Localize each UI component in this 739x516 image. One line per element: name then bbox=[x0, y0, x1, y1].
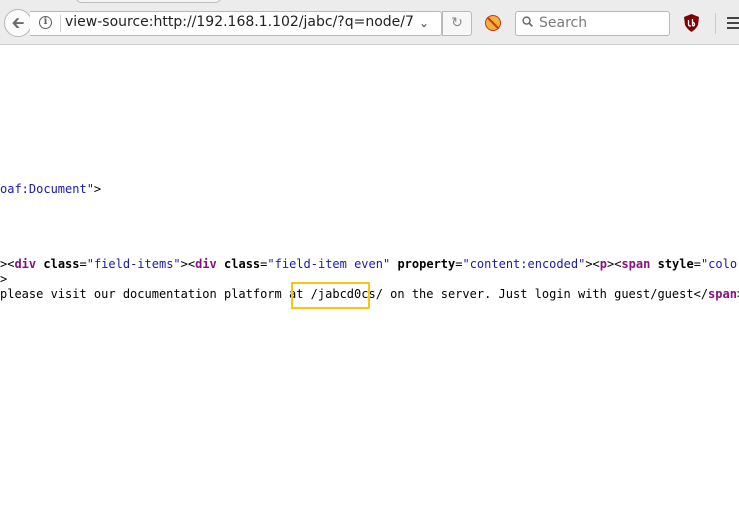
attr-name: class bbox=[224, 257, 261, 271]
toolbar-separator bbox=[715, 13, 716, 34]
blocked-icon[interactable] bbox=[485, 15, 501, 31]
source-line-3: > bbox=[0, 272, 8, 286]
ublock-origin-icon[interactable] bbox=[684, 14, 699, 32]
page-source-view: oaf:Document"> ><div class="field-items"… bbox=[0, 45, 739, 516]
tag-punctuation: >< bbox=[585, 257, 600, 271]
browser-toolbar: 🡰 i view-source:http://192.168.1.102/jab… bbox=[0, 0, 739, 45]
tag-punctuation: > bbox=[93, 182, 102, 196]
reload-icon: ↻ bbox=[451, 15, 463, 31]
active-tab[interactable] bbox=[75, 0, 222, 3]
tag-punctuation: </ bbox=[693, 287, 709, 301]
search-icon bbox=[522, 16, 533, 27]
text-before: please visit our documentation platform … bbox=[0, 287, 311, 301]
source-line-1: oaf:Document"> bbox=[0, 182, 101, 197]
attr-value: "color:#0 bbox=[700, 257, 739, 271]
attr-value: "content:encoded" bbox=[462, 257, 586, 271]
back-button[interactable]: 🡰 bbox=[4, 9, 32, 37]
attr-name: style bbox=[657, 257, 694, 271]
source-line-2: ><div class="field-items"><div class="fi… bbox=[0, 257, 739, 272]
hamburger-menu-icon[interactable] bbox=[727, 17, 739, 29]
chevron-down-icon[interactable]: ⌄ bbox=[419, 16, 429, 30]
tag-name: span bbox=[621, 257, 651, 271]
tag-name: span bbox=[708, 287, 737, 301]
attr-value: "field-items" bbox=[86, 257, 181, 271]
attr-name: property bbox=[397, 257, 456, 271]
tag-punctuation: >< bbox=[0, 257, 15, 271]
text-after: on the server. Just login with guest/gue… bbox=[382, 287, 694, 301]
address-bar[interactable]: i view-source:http://192.168.1.102/jabc/… bbox=[30, 11, 442, 36]
search-box[interactable] bbox=[515, 11, 670, 36]
url-text[interactable]: view-source:http://192.168.1.102/jabc/?q… bbox=[65, 14, 414, 30]
tag-name: p bbox=[599, 257, 607, 271]
reload-button[interactable]: ↻ bbox=[442, 11, 472, 36]
search-input[interactable] bbox=[539, 13, 664, 33]
attr-value: "field-item even" bbox=[267, 257, 391, 271]
url-divider bbox=[60, 15, 61, 32]
highlight-box bbox=[291, 282, 370, 309]
attr-equals: = bbox=[79, 257, 87, 271]
attr-equals: = bbox=[693, 257, 701, 271]
attr-name: class bbox=[43, 257, 80, 271]
attr-value: oaf:Document" bbox=[0, 182, 94, 196]
info-icon[interactable]: i bbox=[39, 16, 52, 29]
tag-punctuation: >< bbox=[607, 257, 622, 271]
tag-name: div bbox=[195, 257, 217, 271]
back-arrow-icon: 🡰 bbox=[11, 13, 25, 32]
tag-punctuation: >< bbox=[180, 257, 196, 271]
tag-name: div bbox=[14, 257, 37, 271]
